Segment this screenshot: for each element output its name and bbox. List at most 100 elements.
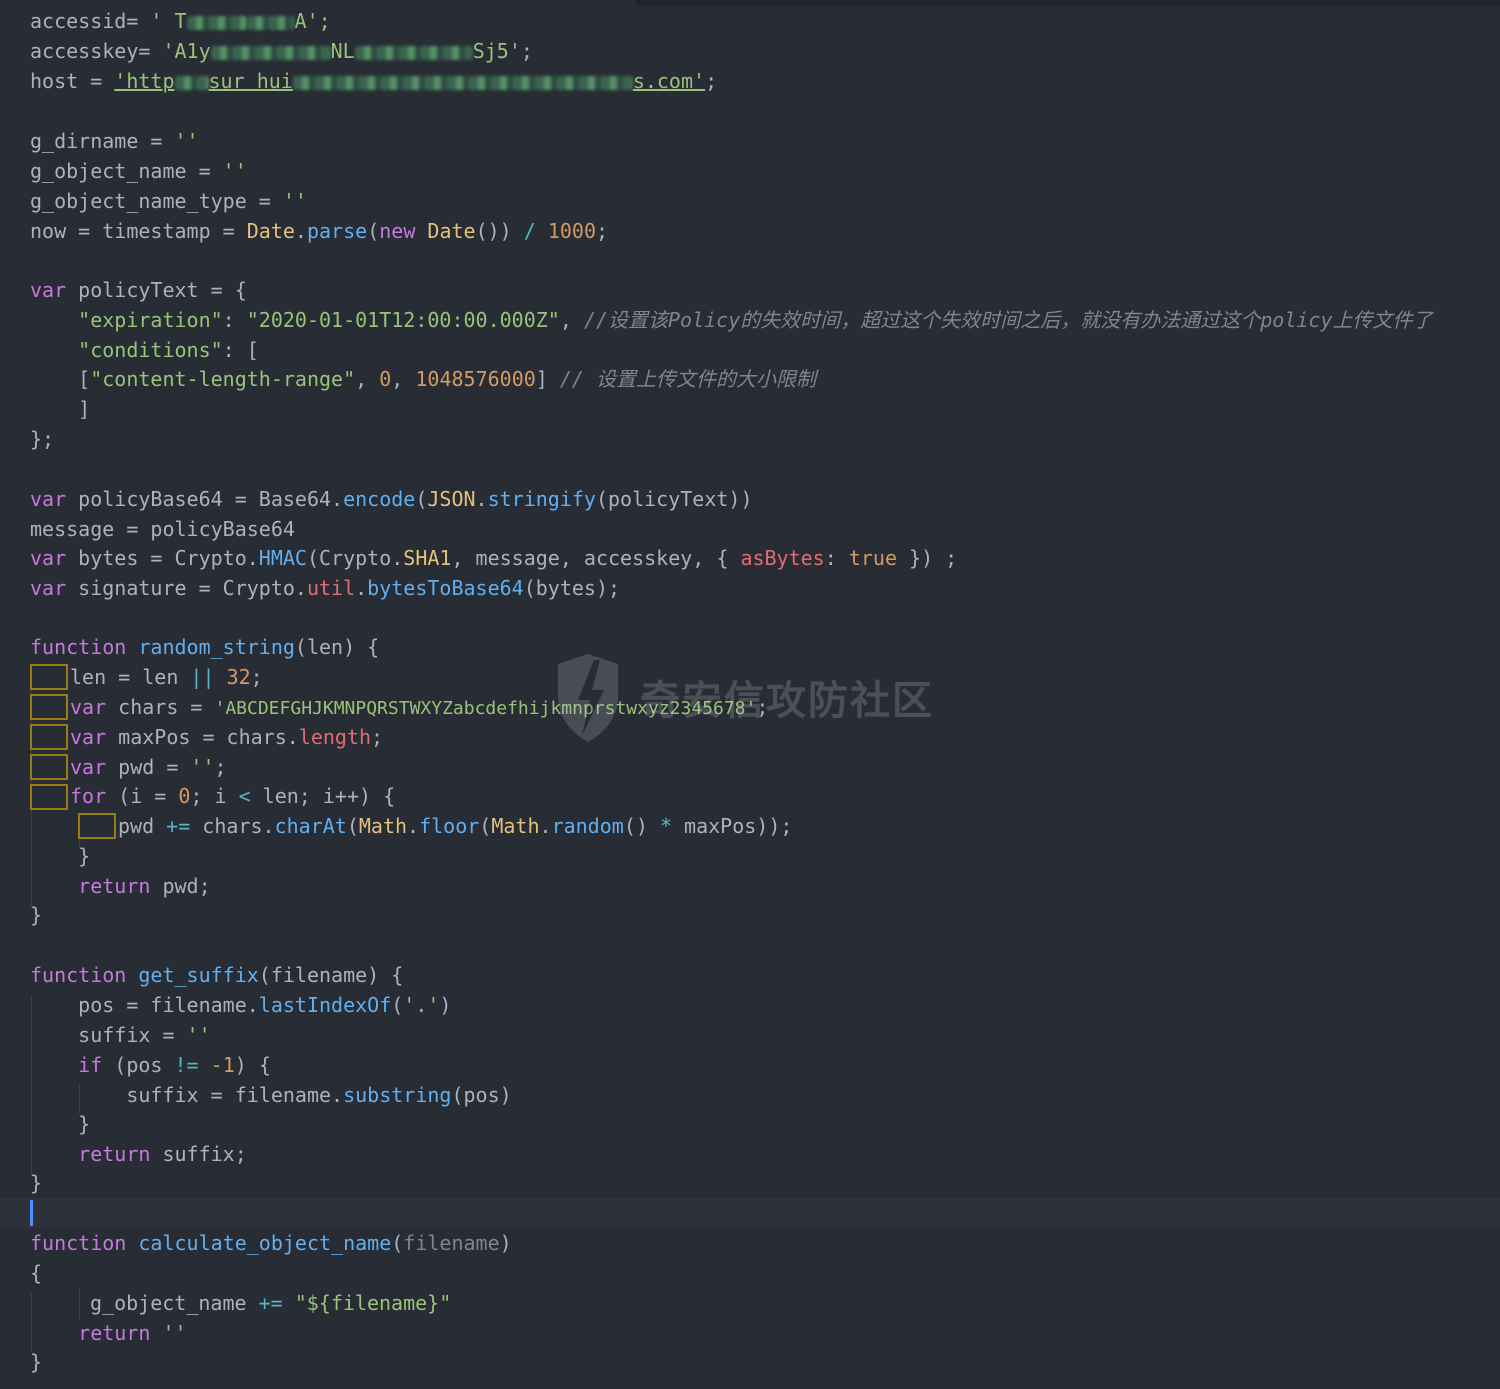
code-token: '.' [403, 993, 440, 1017]
code-token: get_suffix [138, 963, 259, 987]
code-token: "expiration" [78, 308, 223, 332]
code-token: Date [415, 219, 476, 243]
code-token: g_object_name [90, 1291, 259, 1315]
code-token: ) { [234, 1053, 271, 1077]
code-token: '' [186, 1023, 211, 1047]
code-token: ; [705, 69, 718, 93]
code-line: g_dirname = '' [30, 126, 199, 156]
code-line: function calculate_object_name(filename) [30, 1228, 512, 1258]
indent-guide [79, 1289, 80, 1319]
code-token: }; [30, 427, 55, 451]
code-token: pwd; [150, 874, 211, 898]
code-token: host = [30, 69, 115, 93]
code-token: "2020-01-01T12:00:00.000Z" [246, 308, 560, 332]
code-line: ["content-length-range", 0, 1048576000] … [30, 364, 816, 394]
code-token: random [551, 814, 624, 838]
code-line: } [30, 1347, 42, 1377]
code-token: Date [246, 219, 295, 243]
code-line: suffix = '' [30, 1020, 211, 1050]
indent-highlight-box [30, 694, 68, 720]
watermark-text: 奇安信攻防社区 [640, 678, 934, 724]
code-token: : [222, 308, 247, 332]
code-token: < [238, 784, 251, 808]
code-token: . [407, 814, 420, 838]
code-token: , [559, 308, 584, 332]
code-line: "conditions": [ [30, 335, 259, 365]
indent-highlight-box [78, 813, 116, 839]
code-token: ; [520, 39, 533, 63]
code-token: A'; [294, 9, 331, 33]
code-token: ; [250, 665, 263, 689]
code-token: NL [330, 39, 355, 63]
shield-lightning-icon [558, 654, 618, 742]
code-token: += [258, 1291, 283, 1315]
code-token: '' [174, 129, 199, 153]
code-line: host = 'http sur hui s.com'; [30, 66, 717, 96]
code-token: "content-length-range" [90, 367, 356, 391]
redacted-secret [186, 15, 247, 30]
url-token[interactable]: sur [209, 69, 245, 93]
code-token: suffix = [30, 1023, 187, 1047]
code-token: accessid= [30, 9, 151, 33]
code-token: asBytes [740, 546, 825, 570]
code-token: pos = filename. [30, 993, 259, 1017]
code-token: ( [479, 814, 492, 838]
code-line: accesskey= 'A1y NL Sj5'; [30, 36, 533, 66]
code-line: len = len || 32; [70, 662, 263, 692]
code-token: 'A1y [162, 39, 211, 63]
code-line: g_object_name_type = '' [30, 186, 307, 216]
indent-highlight-box [30, 784, 68, 810]
code-token: () [623, 814, 660, 838]
redacted-secret [174, 75, 209, 90]
code-token: pwd [118, 814, 167, 838]
url-token[interactable]: s.com' [633, 69, 705, 93]
code-token: ()) [475, 219, 524, 243]
code-token: } [30, 903, 43, 927]
code-token: g_dirname = [30, 129, 175, 153]
code-token: suffix; [150, 1142, 247, 1166]
code-token: (len) { [294, 635, 380, 659]
code-token: (pos [102, 1053, 175, 1077]
code-token: "${filename}" [294, 1291, 452, 1315]
code-comment: // 设置上传文件的大小限制 [559, 367, 816, 391]
code-token: len = len [70, 665, 191, 689]
code-token: if [78, 1053, 103, 1077]
code-token: += [166, 814, 191, 838]
code-token: 0 [178, 784, 191, 808]
code-token: . [355, 576, 368, 600]
code-token: ; i [190, 784, 239, 808]
code-token: { [30, 1261, 43, 1285]
code-token: g_object_name_type = [30, 189, 283, 213]
code-token: g_object_name = [30, 159, 223, 183]
code-line: function random_string(len) { [30, 632, 379, 662]
code-token: function [30, 1231, 127, 1255]
code-editor[interactable]: accessid= ' T A'; accesskey= 'A1y NL Sj5' ; … [0, 0, 1500, 1389]
url-token[interactable]: hui [257, 69, 293, 93]
code-token: . [539, 814, 552, 838]
code-line: var policyText = { [30, 275, 247, 305]
code-token: || [190, 665, 215, 689]
code-token: '' [190, 755, 215, 779]
code-line: var pwd = ''; [70, 752, 227, 782]
code-line: { [30, 1258, 42, 1288]
code-token: } [30, 1112, 91, 1136]
code-token: ] [535, 367, 560, 391]
code-line: return '' [30, 1318, 186, 1348]
url-token[interactable]: 'http [114, 69, 174, 93]
code-token: (i = [106, 784, 179, 808]
code-token: for [70, 784, 107, 808]
code-token: , [391, 367, 416, 391]
code-line: for (i = 0; i < len; i++) { [70, 781, 395, 811]
code-token: ) [439, 993, 452, 1017]
indent-highlight-box [30, 754, 68, 780]
code-token: '' [282, 189, 307, 213]
redacted-secret [246, 15, 295, 30]
code-line: accessid= ' T A'; [30, 6, 331, 36]
code-line: if (pos != -1) { [30, 1050, 271, 1080]
code-token: JSON [427, 487, 476, 511]
